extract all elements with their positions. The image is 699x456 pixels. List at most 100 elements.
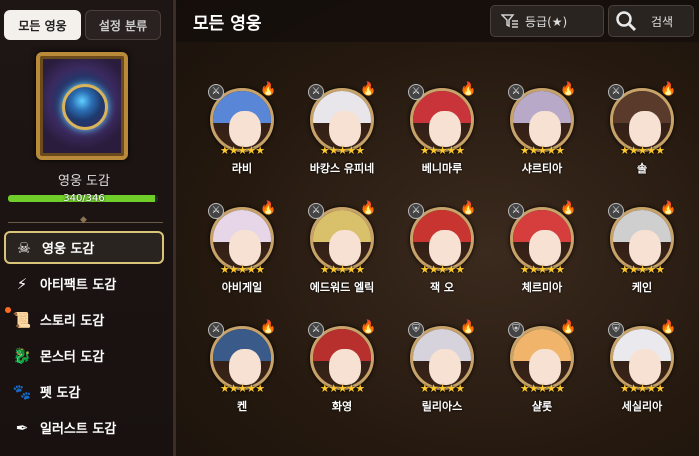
top-tabs: 모든 영웅 설정 분류 (4, 10, 161, 40)
hero-name: 릴리아스 (421, 400, 463, 413)
menu-item-2[interactable]: 📜 스토리 도감 (4, 303, 164, 336)
hero-card[interactable]: ⛨ 🔥 ★★★★★ 릴리아스 (402, 320, 482, 420)
star-rating-icon: ★★★★★ (519, 144, 565, 157)
hero-card[interactable]: ⚔ 🔥 ★★★★★ 에드워드 엘릭 (302, 201, 382, 301)
portrait-face (329, 349, 361, 385)
hero-icon: ☠ (17, 238, 31, 257)
menu-item-label: 일러스트 도감 (40, 422, 117, 437)
codex-book-image (36, 52, 128, 160)
portrait-face (629, 111, 661, 147)
dragon-icon: 🐉 (12, 346, 32, 365)
star-rating-icon: ★★★★★ (219, 144, 265, 157)
fire-element-icon: 🔥 (460, 82, 477, 97)
hero-card[interactable]: ⚔ 🔥 ★★★★★ 베니마루 (402, 82, 482, 182)
menu-item-0[interactable]: ☠ 영웅 도감 (4, 231, 164, 264)
hero-name: 바캉스 유피네 (309, 162, 375, 175)
hero-card[interactable]: ⚔ 🔥 ★★★★★ 켄 (202, 320, 282, 420)
crossed-swords-icon: ⚔ (308, 322, 324, 338)
crossed-swords-icon: ⚔ (608, 84, 624, 100)
portrait-face (229, 230, 261, 266)
star-rating-icon: ★★★★★ (419, 144, 465, 157)
shield-icon: ⛨ (408, 322, 424, 338)
quill-icon: ✒ (15, 418, 29, 437)
menu-item-label: 펫 도감 (40, 386, 81, 401)
shield-icon: ⛨ (508, 322, 524, 338)
fire-element-icon: 🔥 (660, 320, 677, 335)
hero-card[interactable]: ⛨ 🔥 ★★★★★ 샬롯 (502, 320, 582, 420)
sidebar: 모든 영웅 설정 분류 영웅 도감 340/346 ☠ 영웅 도감 ⚡ 아티팩트 도감… (0, 0, 172, 456)
hero-name: 화영 (331, 400, 353, 413)
main-panel: 모든 영웅 등급(★) 검색 ⚔ 🔥 ★★★★★ 라비 ⚔ 🔥 ★★★★★ 바캉스 유피네 ⚔ 🔥… (176, 0, 699, 456)
crossed-swords-icon: ⚔ (608, 203, 624, 219)
hero-card[interactable]: ⚔ 🔥 ★★★★★ 바캉스 유피네 (302, 82, 382, 182)
hero-card[interactable]: ⚔ 🔥 ★★★★★ 아비게일 (202, 201, 282, 301)
hero-name: 체르미아 (521, 281, 563, 294)
crossed-swords-icon: ⚔ (408, 84, 424, 100)
fire-element-icon: 🔥 (260, 82, 277, 97)
hero-card[interactable]: ⚔ 🔥 ★★★★★ 라비 (202, 82, 282, 182)
hero-name: 아비게일 (221, 281, 263, 294)
portrait-face (329, 230, 361, 266)
star-rating-icon: ★★★★★ (419, 263, 465, 276)
crossed-swords-icon: ⚔ (208, 203, 224, 219)
portrait-face (229, 111, 261, 147)
lightning-icon: ⚡ (16, 274, 28, 293)
hero-card[interactable]: ⚔ 🔥 ★★★★★ 솔 (602, 82, 682, 182)
crossed-swords-icon: ⚔ (308, 84, 324, 100)
fire-element-icon: 🔥 (660, 82, 677, 97)
portrait-face (529, 230, 561, 266)
hero-name: 샬롯 (531, 400, 553, 413)
menu-item-4[interactable]: 🐾 펫 도감 (4, 375, 164, 408)
hero-card[interactable]: ⚔ 🔥 ★★★★★ 체르미아 (502, 201, 582, 301)
crossed-swords-icon: ⚔ (408, 203, 424, 219)
tab-all-heroes[interactable]: 모든 영웅 (4, 10, 81, 40)
sidebar-divider (8, 215, 163, 225)
page-title: 모든 영웅 (193, 14, 262, 34)
star-rating-icon: ★★★★★ (419, 382, 465, 395)
star-rating-icon: ★★★★★ (619, 382, 665, 395)
menu-item-label: 아티팩트 도감 (40, 278, 117, 293)
fire-element-icon: 🔥 (460, 320, 477, 335)
header-bar: 모든 영웅 등급(★) 검색 (176, 0, 699, 42)
star-rating-icon: ★★★★★ (319, 382, 365, 395)
menu-item-label: 영웅 도감 (42, 242, 95, 257)
fire-element-icon: 🔥 (560, 82, 577, 97)
fire-element-icon: 🔥 (360, 320, 377, 335)
hero-card[interactable]: ⚔ 🔥 ★★★★★ 잭 오 (402, 201, 482, 301)
scroll-icon: 📜 (12, 310, 32, 329)
star-rating-icon: ★★★★★ (519, 263, 565, 276)
menu-item-1[interactable]: ⚡ 아티팩트 도감 (4, 267, 164, 300)
grade-filter-button[interactable]: 등급(★) (490, 5, 604, 37)
star-rating-icon: ★★★★★ (219, 263, 265, 276)
menu-item-5[interactable]: ✒ 일러스트 도감 (4, 411, 164, 444)
tab-settings-class[interactable]: 설정 분류 (85, 10, 161, 40)
hero-card[interactable]: ⛨ 🔥 ★★★★★ 세실리아 (602, 320, 682, 420)
menu-item-3[interactable]: 🐉 몬스터 도감 (4, 339, 164, 372)
star-rating-icon: ★★★★★ (219, 382, 265, 395)
search-button[interactable]: 검색 (608, 5, 694, 37)
portrait-face (229, 349, 261, 385)
star-rating-icon: ★★★★★ (619, 144, 665, 157)
fire-element-icon: 🔥 (660, 201, 677, 216)
portrait-face (429, 230, 461, 266)
hero-card[interactable]: ⚔ 🔥 ★★★★★ 샤르티아 (502, 82, 582, 182)
fire-element-icon: 🔥 (260, 320, 277, 335)
hero-name: 라비 (231, 162, 253, 175)
codex-title: 영웅 도감 (58, 174, 110, 189)
crossed-swords-icon: ⚔ (208, 322, 224, 338)
hero-card[interactable]: ⚔ 🔥 ★★★★★ 케인 (602, 201, 682, 301)
search-icon (616, 11, 637, 32)
hero-card[interactable]: ⚔ 🔥 ★★★★★ 화영 (302, 320, 382, 420)
hero-name: 베니마루 (421, 162, 463, 175)
crossed-swords-icon: ⚔ (508, 203, 524, 219)
star-rating-icon: ★★★★★ (319, 144, 365, 157)
portrait-face (629, 230, 661, 266)
fire-element-icon: 🔥 (360, 82, 377, 97)
crossed-swords-icon: ⚔ (508, 84, 524, 100)
filter-icon (501, 14, 518, 28)
star-rating-icon: ★★★★★ (319, 263, 365, 276)
crossed-swords-icon: ⚔ (208, 84, 224, 100)
search-label: 검색 (651, 14, 674, 29)
hero-name: 켄 (236, 400, 248, 413)
star-rating-icon: ★★★★★ (619, 263, 665, 276)
